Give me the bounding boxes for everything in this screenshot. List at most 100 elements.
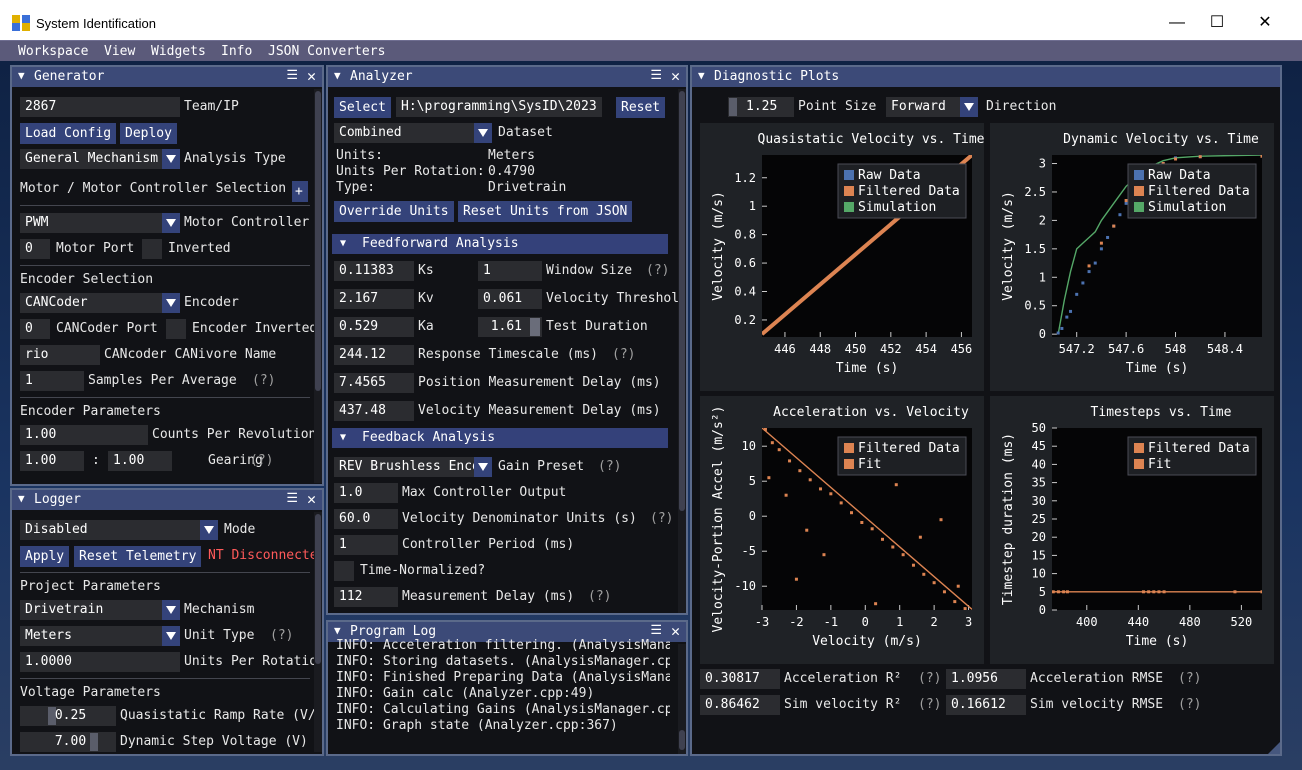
- close-icon[interactable]: ✕: [671, 67, 680, 85]
- vel-denom-help[interactable]: (?): [650, 511, 673, 527]
- unit-type-select[interactable]: Meters: [20, 626, 162, 646]
- reset-telemetry-button[interactable]: Reset Telemetry: [74, 546, 202, 567]
- log-scrollbar[interactable]: [678, 644, 686, 754]
- apply-button[interactable]: Apply: [20, 546, 70, 567]
- sim-r2-help[interactable]: (?): [918, 697, 941, 713]
- window-size-input[interactable]: 1: [478, 261, 542, 281]
- scroll-thumb[interactable]: [679, 91, 685, 511]
- quasistatic-chart[interactable]: Quasistatic Velocity vs. Time 446 448 450 45…: [700, 123, 984, 391]
- analyzer-scrollbar[interactable]: [678, 89, 686, 613]
- dataset-select[interactable]: Combined: [334, 123, 474, 143]
- canivore-input[interactable]: rio: [20, 345, 100, 365]
- gearing-help[interactable]: (?): [250, 453, 273, 469]
- accel-r2-value[interactable]: 0.30817: [700, 669, 780, 689]
- ramp-rate-slider[interactable]: 0.25: [20, 706, 116, 726]
- sim-rmse-help[interactable]: (?): [1178, 697, 1201, 713]
- mode-select[interactable]: Disabled: [20, 520, 200, 540]
- collapse-icon[interactable]: ▼: [334, 624, 341, 637]
- dataset-dropdown-icon[interactable]: [474, 123, 492, 143]
- menu-icon[interactable]: ☰: [286, 491, 298, 506]
- vel-delay-value[interactable]: 437.48: [334, 401, 414, 421]
- window-size-help[interactable]: (?): [646, 263, 669, 279]
- mode-dropdown-icon[interactable]: [200, 520, 218, 540]
- analysis-type-dropdown-icon[interactable]: [162, 149, 180, 169]
- load-config-button[interactable]: Load Config: [20, 123, 117, 144]
- reset-units-button[interactable]: Reset Units from JSON: [458, 201, 633, 222]
- slider-grab[interactable]: [90, 733, 98, 751]
- units-per-rot-input[interactable]: 1.0000: [20, 652, 180, 672]
- close-icon[interactable]: ✕: [671, 622, 680, 640]
- direction-select[interactable]: Forward: [886, 97, 960, 117]
- generator-scrollbar[interactable]: [314, 89, 322, 483]
- step-voltage-slider[interactable]: 7.00: [20, 732, 116, 752]
- menu-icon[interactable]: ☰: [650, 68, 662, 83]
- menu-widgets[interactable]: Widgets: [151, 44, 206, 59]
- scroll-thumb[interactable]: [679, 730, 685, 750]
- collapse-icon[interactable]: ▼: [18, 69, 25, 82]
- cancoder-port-input[interactable]: 0: [20, 319, 50, 339]
- kv-value[interactable]: 2.167: [334, 289, 414, 309]
- motor-port-input[interactable]: 0: [20, 239, 50, 259]
- logger-header[interactable]: ▼ Logger ☰ ✕: [12, 490, 322, 510]
- menu-json-converters[interactable]: JSON Converters: [268, 44, 385, 59]
- accel-chart[interactable]: Acceleration vs. Velocity-3 -2 -1 0 1 2 3-10-5…: [700, 396, 984, 664]
- encoder-select[interactable]: CANCoder: [20, 293, 162, 313]
- analyzer-header[interactable]: ▼ Analyzer ☰ ✕: [328, 67, 686, 87]
- pos-delay-value[interactable]: 7.4565: [334, 373, 414, 393]
- sim-r2-value[interactable]: 0.86462: [700, 695, 780, 715]
- feedback-section-header[interactable]: ▼ Feedback Analysis: [332, 428, 668, 448]
- scroll-thumb[interactable]: [315, 514, 321, 664]
- meas-delay-input[interactable]: 112: [334, 587, 398, 607]
- vel-denom-input[interactable]: 60.0: [334, 509, 398, 529]
- velocity-threshold-input[interactable]: 0.061: [478, 289, 542, 309]
- menu-info[interactable]: Info: [221, 44, 252, 59]
- motor-controller-dropdown-icon[interactable]: [162, 213, 180, 233]
- inverted-checkbox[interactable]: [142, 239, 162, 259]
- gear-input-a[interactable]: 1.00: [20, 451, 84, 471]
- plot-accel[interactable]: Acceleration vs. Velocity -3 -2 -1 0 1 2 3 -10 -5…: [700, 396, 984, 664]
- diagnostic-header[interactable]: ▼ Diagnostic Plots: [692, 67, 1280, 87]
- menu-icon[interactable]: ☰: [650, 623, 662, 638]
- plot-dynamic[interactable]: Dynamic Velocity vs. Time 547.2 547.6 548 54…: [990, 123, 1274, 391]
- encoder-dropdown-icon[interactable]: [162, 293, 180, 313]
- add-motor-button[interactable]: +: [292, 181, 308, 202]
- override-units-button[interactable]: Override Units: [334, 201, 454, 222]
- counts-input[interactable]: 1.00: [20, 425, 148, 445]
- timesteps-chart[interactable]: Timesteps vs. Time 400 440 480 520 0 5 10 15 20 25…: [990, 396, 1274, 664]
- mechanism-select[interactable]: Drivetrain: [20, 600, 162, 620]
- samples-help[interactable]: (?): [252, 373, 275, 389]
- team-input[interactable]: 2867: [20, 97, 180, 117]
- menu-view[interactable]: View: [104, 44, 135, 59]
- collapse-icon[interactable]: ▼: [340, 234, 346, 254]
- mechanism-dropdown-icon[interactable]: [162, 600, 180, 620]
- ctrl-period-input[interactable]: 1: [334, 535, 398, 555]
- response-value[interactable]: 244.12: [334, 345, 414, 365]
- unit-type-help[interactable]: (?): [270, 628, 293, 644]
- response-help[interactable]: (?): [612, 347, 635, 363]
- collapse-icon[interactable]: ▼: [18, 492, 25, 505]
- test-duration-slider[interactable]: 1.61: [478, 317, 542, 337]
- gain-preset-select[interactable]: REV Brushless Encoder Port: [334, 457, 474, 477]
- maximize-button[interactable]: ☐: [1194, 8, 1240, 38]
- gear-input-b[interactable]: 1.00: [108, 451, 172, 471]
- motor-controller-select[interactable]: PWM: [20, 213, 162, 233]
- reset-button[interactable]: Reset: [616, 97, 666, 118]
- collapse-icon[interactable]: ▼: [334, 69, 341, 82]
- slider-grab[interactable]: [530, 318, 540, 336]
- feedforward-section-header[interactable]: ▼ Feedforward Analysis: [332, 234, 668, 254]
- ks-value[interactable]: 0.11383: [334, 261, 414, 281]
- meas-delay-help[interactable]: (?): [588, 589, 611, 605]
- collapse-icon[interactable]: ▼: [698, 69, 705, 82]
- accel-r2-help[interactable]: (?): [918, 671, 941, 687]
- ka-value[interactable]: 0.529: [334, 317, 414, 337]
- gain-preset-help[interactable]: (?): [598, 459, 621, 475]
- close-window-button[interactable]: ✕: [1242, 8, 1288, 38]
- logger-scrollbar[interactable]: [314, 512, 322, 752]
- plot-quasistatic[interactable]: Quasistatic Velocity vs. Time 446 448 450 45…: [700, 123, 984, 391]
- dynamic-chart[interactable]: Dynamic Velocity vs. Time 547.2 547.6 548 54…: [990, 123, 1274, 391]
- encoder-inverted-checkbox[interactable]: [166, 319, 186, 339]
- plot-timesteps[interactable]: Timesteps vs. Time 400 440 480 520 0 5 10 15 20 25…: [990, 396, 1274, 664]
- select-button[interactable]: Select: [334, 97, 391, 118]
- samples-input[interactable]: 1: [20, 371, 84, 391]
- max-output-input[interactable]: 1.0: [334, 483, 398, 503]
